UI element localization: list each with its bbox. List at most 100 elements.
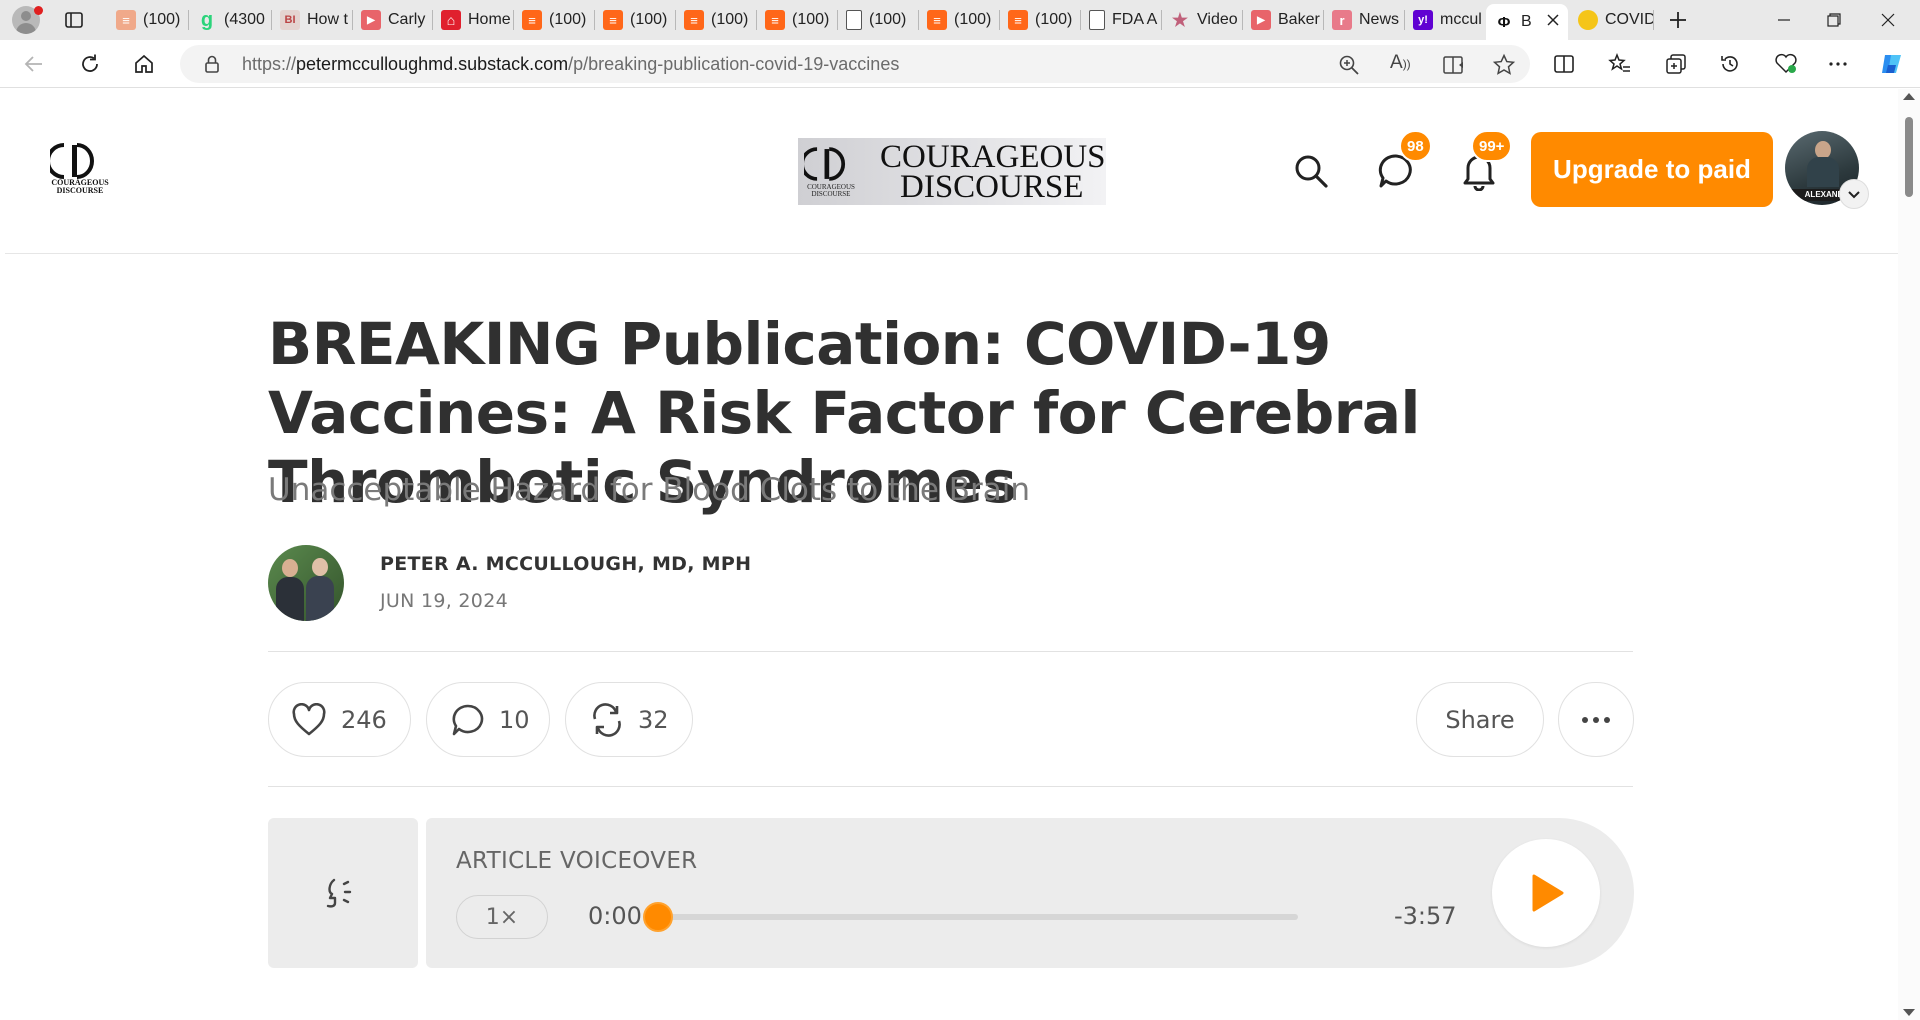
restack-button[interactable]: 32 (565, 682, 693, 757)
scroll-down-arrow-icon[interactable] (1903, 1009, 1915, 1016)
upgrade-to-paid-button[interactable]: Upgrade to paid (1531, 132, 1773, 207)
browser-tab[interactable]: ФB (1486, 4, 1568, 40)
url-text[interactable]: https://petermcculloughmd.substack.com/p… (242, 54, 899, 75)
new-tab-button[interactable] (1664, 6, 1692, 34)
site-logo-banner[interactable]: COURAGEOUS DISCOURSE COURAGEOUS DISCOURSE (798, 138, 1106, 205)
history-icon[interactable] (1714, 48, 1746, 80)
home-button[interactable] (128, 48, 160, 80)
courageous-discourse-icon: Ф (1494, 12, 1514, 32)
browser-tab[interactable]: ★ Video (1162, 5, 1243, 35)
favorite-star-icon[interactable] (1492, 53, 1516, 77)
voiceover-player: ARTICLE VOICEOVER 1× 0:00 -3:57 (426, 818, 1634, 968)
close-tab-icon[interactable] (1547, 13, 1559, 31)
browser-tab[interactable]: g (4300 (189, 5, 272, 35)
time-remaining: -3:57 (1394, 902, 1457, 930)
browser-essentials-icon[interactable] (1770, 48, 1802, 80)
refresh-button[interactable] (74, 48, 106, 80)
browser-tab[interactable]: r News (1324, 5, 1405, 35)
tab-title: (4300 (224, 11, 265, 28)
tab-title: FDA A (1112, 11, 1158, 28)
divider (268, 786, 1633, 787)
browser-tab[interactable]: FDA A (1081, 5, 1162, 35)
notification-dot (34, 6, 43, 15)
browser-tab[interactable]: ≡ (100) (919, 5, 1000, 35)
immersive-reader-icon[interactable] (1442, 54, 1466, 76)
progress-knob[interactable] (643, 902, 673, 932)
tab-title: (100) (143, 11, 181, 28)
browser-tab[interactable]: ≡ (100) (514, 5, 595, 35)
article-subtitle: Unacceptable Hazard for Blood Clots to t… (268, 472, 1031, 508)
back-button[interactable] (18, 48, 50, 80)
collections-icon[interactable] (1660, 48, 1692, 80)
minimize-button[interactable] (1756, 0, 1812, 40)
tab-title: COVID (1605, 11, 1654, 28)
substack-icon: ≡ (765, 10, 785, 30)
tab-title: (100) (1035, 11, 1073, 28)
tab-actions-icon[interactable] (64, 10, 84, 30)
g-letter-icon: g (200, 8, 214, 31)
comment-button[interactable]: 10 (426, 682, 550, 757)
tab-title: Video (1197, 11, 1238, 28)
browser-tab[interactable]: ≡ (100) (595, 5, 676, 35)
star-icon: ★ (1171, 9, 1189, 30)
notifications-count-badge: 99+ (1471, 130, 1513, 162)
author-name[interactable]: PETER A. MCCULLOUGH, MD, MPH (380, 553, 751, 575)
tab-title: (100) (630, 11, 668, 28)
restore-button[interactable] (1806, 0, 1862, 40)
browser-tab[interactable]: ≡ (100) (108, 5, 189, 35)
browser-tab[interactable]: y! mccul (1405, 5, 1486, 35)
comment-icon (452, 704, 484, 735)
search-icon[interactable] (1293, 153, 1329, 189)
site-header: COURAGEOUS DISCOURSE COURAGEOUS DISCOURSE … (5, 89, 1898, 254)
voiceover-icon-panel (268, 818, 418, 968)
browser-tab[interactable]: ▶ Baker (1243, 5, 1324, 35)
share-label: Share (1445, 705, 1515, 734)
ellipsis-icon (1582, 716, 1610, 723)
account-menu-chevron-icon[interactable] (1839, 179, 1869, 209)
more-options-button[interactable] (1558, 682, 1634, 757)
play-icon (1532, 874, 1564, 912)
playback-speed-button[interactable]: 1× (456, 895, 548, 939)
scroll-up-arrow-icon[interactable] (1903, 93, 1915, 100)
read-aloud-icon[interactable]: A)) (1390, 52, 1414, 76)
yahoo-icon: y! (1413, 10, 1433, 30)
copilot-icon[interactable] (1876, 48, 1908, 80)
progress-track[interactable] (658, 914, 1298, 920)
play-button[interactable] (1492, 839, 1600, 947)
tab-title: Carly (388, 11, 426, 28)
scrollbar-thumb[interactable] (1905, 117, 1913, 197)
browser-tab[interactable]: ⌂ Home (433, 5, 514, 35)
share-button[interactable]: Share (1416, 682, 1544, 757)
split-screen-icon[interactable] (1548, 48, 1580, 80)
close-window-button[interactable] (1860, 0, 1916, 40)
logo-mini-text: COURAGEOUS DISCOURSE (51, 178, 109, 195)
zoom-icon[interactable] (1338, 54, 1360, 76)
tab-title: (100) (954, 11, 992, 28)
more-menu-icon[interactable] (1822, 48, 1854, 80)
browser-tab[interactable]: ≡ (100) (676, 5, 757, 35)
voiceover-label: ARTICLE VOICEOVER (456, 848, 698, 874)
restack-count: 32 (638, 705, 669, 734)
tab-title: How t (307, 11, 348, 28)
browser-tab[interactable]: COVID (1570, 5, 1654, 35)
lock-icon[interactable] (202, 54, 222, 74)
tab-separator (1653, 10, 1654, 30)
tab-title: Home (468, 11, 511, 28)
browser-tab[interactable]: (100) (838, 5, 919, 35)
tab-title: (100) (711, 11, 749, 28)
favorites-icon[interactable] (1604, 48, 1636, 80)
author-avatar[interactable] (268, 545, 344, 621)
browser-tab[interactable]: ≡ (100) (757, 5, 838, 35)
coin-icon (1578, 10, 1598, 30)
page-scrollbar[interactable] (1898, 89, 1920, 1020)
substack-icon: ≡ (522, 10, 542, 30)
address-bar[interactable]: https://petermcculloughmd.substack.com/p… (180, 45, 1530, 83)
browser-tab[interactable]: ▶ Carly (353, 5, 433, 35)
like-button[interactable]: 246 (268, 682, 411, 757)
home-icon: ⌂ (441, 10, 461, 30)
browser-tab[interactable]: BI How t (272, 5, 353, 35)
page-icon (1089, 10, 1105, 30)
time-elapsed: 0:00 (588, 902, 642, 930)
browser-tab[interactable]: ≡ (100) (1000, 5, 1081, 35)
site-logo-small[interactable]: COURAGEOUS DISCOURSE (46, 141, 110, 201)
